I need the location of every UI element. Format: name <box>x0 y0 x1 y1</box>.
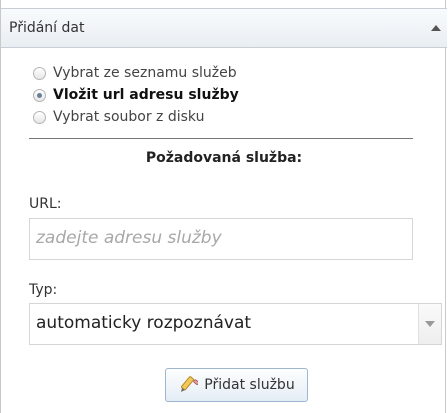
radio-option-service-list[interactable]: Vybrat ze seznamu služeb <box>33 62 237 84</box>
add-service-label: Přidat službu <box>204 377 295 393</box>
section-title: Požadovaná služba: <box>145 150 303 166</box>
panel-header[interactable]: Přidání dat <box>1 8 447 48</box>
add-service-button[interactable]: Přidat službu <box>165 368 308 402</box>
url-input[interactable]: zadejte adresu služby <box>29 218 413 260</box>
radio-button-selected[interactable] <box>33 88 46 102</box>
panel-title: Přidání dat <box>9 20 85 36</box>
pencil-add-icon <box>181 376 199 392</box>
radio-button[interactable] <box>33 110 46 124</box>
type-select-value: automaticky rozpoznávat <box>36 313 252 333</box>
radio-option-service-url[interactable]: Vložit url adresu služby <box>33 84 239 106</box>
url-label: URL: <box>29 196 62 212</box>
type-label: Typ: <box>29 282 58 298</box>
radio-label: Vložit url adresu služby <box>53 87 239 103</box>
collapse-up-icon[interactable] <box>431 25 441 31</box>
radio-button[interactable] <box>33 66 46 80</box>
type-select[interactable]: automaticky rozpoznávat <box>29 303 442 345</box>
section-divider <box>29 138 413 139</box>
url-placeholder: zadejte adresu služby <box>36 228 222 248</box>
radio-label: Vybrat ze seznamu služeb <box>53 65 237 81</box>
add-data-panel: Přidání dat Vybrat ze seznamu služeb Vlo… <box>0 0 447 413</box>
radio-label: Vybrat soubor z disku <box>53 109 205 125</box>
chevron-down-icon[interactable] <box>418 304 441 344</box>
radio-option-file-disk[interactable]: Vybrat soubor z disku <box>33 106 204 128</box>
